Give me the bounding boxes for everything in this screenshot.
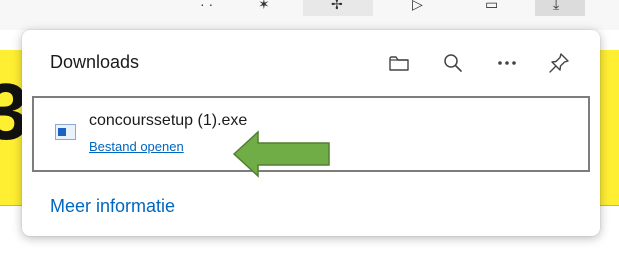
download-file-name: concourssetup (1).exe — [89, 112, 248, 129]
toolbar-play-icon[interactable]: ▷ — [412, 0, 423, 12]
download-item[interactable]: concourssetup (1).exe Bestand openen — [32, 96, 590, 178]
more-info-link[interactable]: Meer informatie — [50, 196, 175, 217]
toolbar-favorites-icon[interactable]: ✶ — [258, 0, 270, 12]
annotation-arrow-icon — [232, 130, 330, 178]
toolbar-button-downloads[interactable]: ⤓ — [535, 0, 585, 16]
search-icon[interactable] — [440, 50, 466, 76]
downloads-flyout: Downloads concourssetup (1).exe Bestand … — [22, 30, 600, 236]
toolbar-collections-icon[interactable]: ▭ — [485, 0, 498, 12]
browser-toolbar: · · ✶ ✢ ▷ ▭ ⤓ — [0, 0, 619, 30]
more-options-icon[interactable] — [494, 50, 520, 76]
flyout-title: Downloads — [50, 52, 140, 72]
executable-file-icon — [55, 124, 76, 140]
pin-icon[interactable] — [546, 50, 572, 76]
open-file-link[interactable]: Bestand openen — [89, 139, 184, 154]
toolbar-button-extensions[interactable]: ✢ — [303, 0, 373, 16]
extensions-icon: ✢ — [331, 0, 343, 12]
open-folder-icon[interactable] — [386, 50, 412, 76]
toolbar-dots-icon[interactable]: · · — [200, 0, 213, 12]
downloads-icon: ⤓ — [553, 0, 560, 12]
